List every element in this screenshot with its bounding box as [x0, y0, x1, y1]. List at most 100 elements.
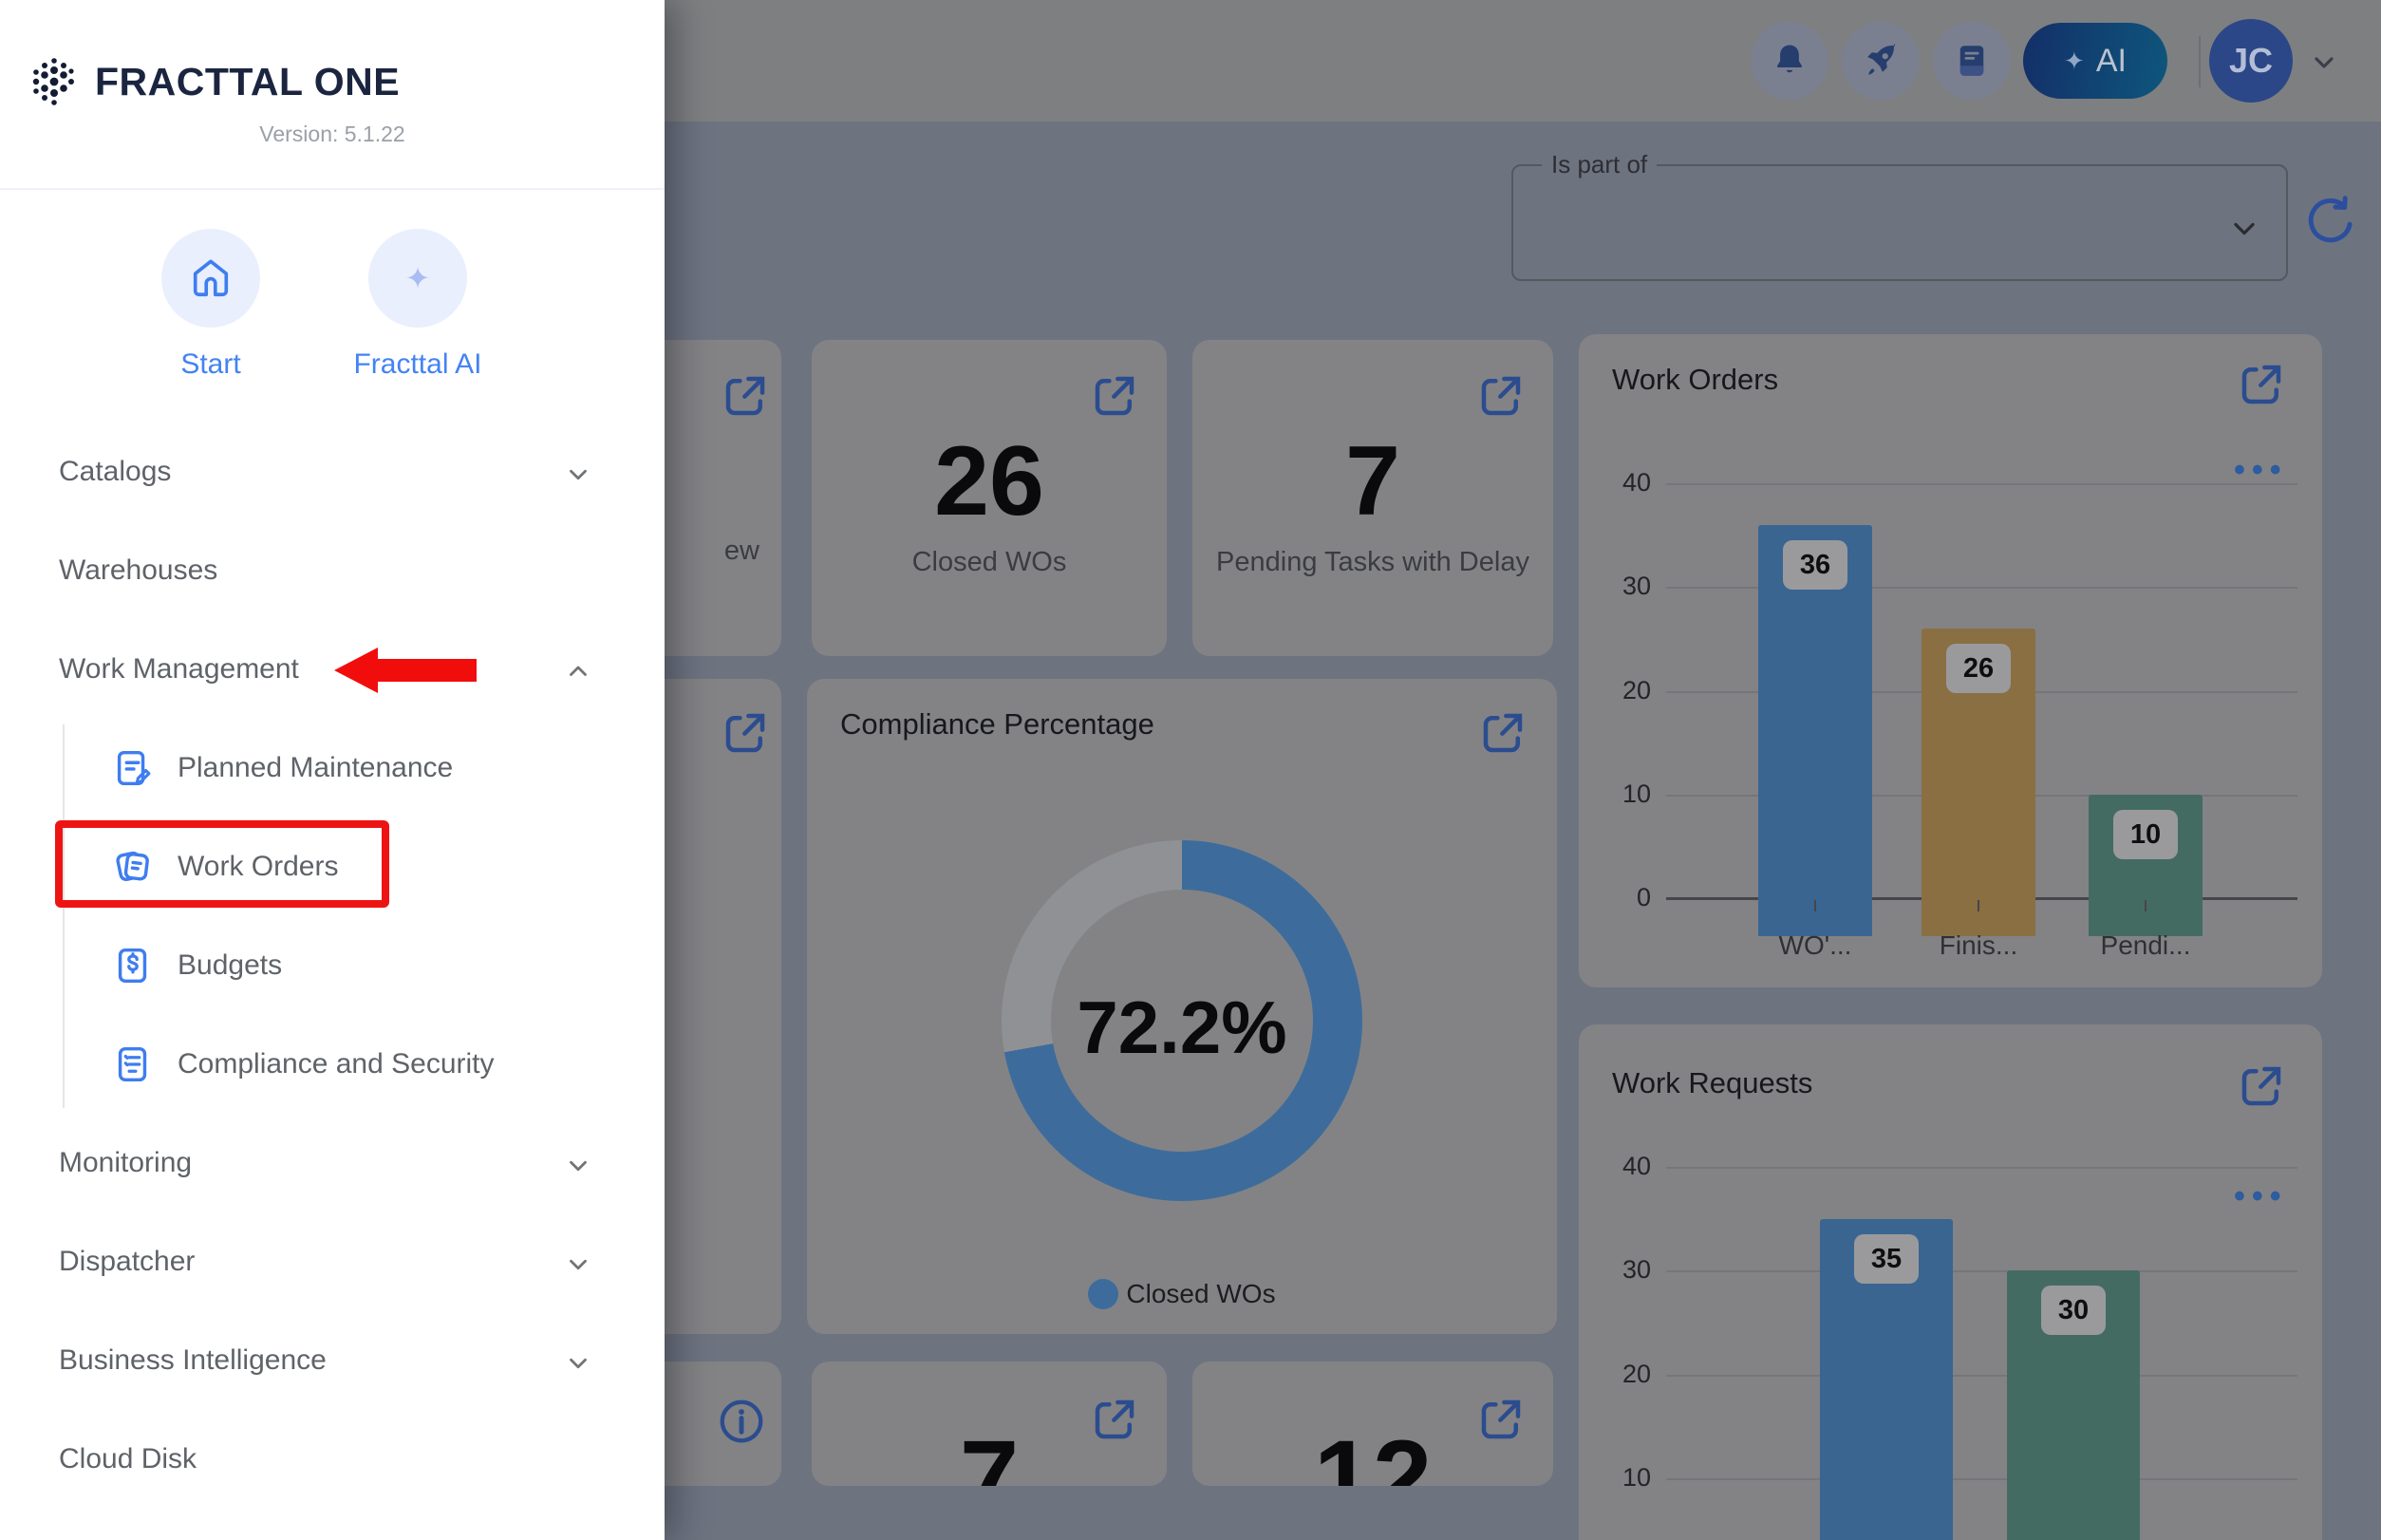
chevron-down-icon — [564, 1152, 592, 1180]
ai-button-label: AI — [2096, 43, 2127, 80]
shortcut-label: Start — [106, 348, 315, 381]
sidebar-item-dispatcher[interactable]: Dispatcher — [0, 1212, 665, 1311]
sidebar-item-label: Monitoring — [59, 1114, 192, 1212]
whats-new-button[interactable] — [1842, 22, 1920, 100]
kpi-card-bottom-b[interactable]: 12 — [1192, 1362, 1553, 1486]
sidebar-item-planned-maintenance[interactable]: Planned Maintenance — [0, 719, 665, 817]
gridline — [1666, 483, 2297, 485]
x-axis-tick — [1978, 900, 1979, 911]
sidebar-item-label: Business Intelligence — [59, 1311, 327, 1410]
gridline — [1666, 1478, 2297, 1480]
sidebar-item-label: Work Management — [59, 620, 299, 719]
y-axis-tick-label: 0 — [1592, 883, 1651, 912]
chart-legend: Closed WOs — [807, 1279, 1557, 1309]
sidebar-item-label: Planned Maintenance — [178, 719, 453, 817]
y-axis-tick-label: 20 — [1592, 1360, 1651, 1389]
bar-value-label: 30 — [2041, 1286, 2106, 1335]
y-axis-tick-label: 10 — [1592, 779, 1651, 809]
info-icon[interactable] — [716, 1396, 767, 1447]
open-external-icon[interactable] — [720, 370, 771, 422]
kpi-value: 12 — [1192, 1417, 1553, 1486]
sidebar-shortcut-start[interactable]: Start — [106, 229, 315, 381]
sidebar-item-warehouses[interactable]: Warehouses — [0, 521, 665, 620]
sidebar-item-budgets[interactable]: Budgets — [0, 916, 665, 1015]
compliance-percentage-card: Compliance Percentage 72.2% Closed WOs — [807, 679, 1557, 1334]
sidebar-item-business-intelligence[interactable]: Business Intelligence — [0, 1311, 665, 1410]
x-axis-category-label: Finis... — [1888, 930, 2069, 961]
y-axis-tick-label: 40 — [1592, 468, 1651, 498]
gridline — [1666, 1167, 2297, 1169]
sparkle-icon: ✦ — [405, 260, 431, 296]
sidebar-item-compliance-and-security[interactable]: Compliance and Security — [0, 1015, 665, 1114]
bar-chart-work-orders: 01020304036WO'...26Finis...10Pendi... — [1579, 334, 2322, 987]
sidebar-menu: CatalogsWarehousesWork ManagementPlanned… — [0, 423, 665, 1509]
app-name: FRACTTAL ONE — [95, 60, 400, 104]
topbar-divider — [2199, 36, 2201, 87]
budget-icon — [111, 944, 155, 987]
kpi-card-closed-wos[interactable]: 26 Closed WOs — [812, 340, 1167, 656]
rocket-icon — [1860, 40, 1902, 82]
sidebar-item-work-management[interactable]: Work Management — [0, 620, 665, 719]
y-axis-tick-label: 40 — [1592, 1152, 1651, 1181]
fracttal-ai-button[interactable]: ✦ AI — [2023, 23, 2167, 99]
sidebar-divider — [0, 188, 665, 190]
kpi-value: 7 — [1192, 425, 1553, 538]
sidebar-item-label: Cloud Disk — [59, 1410, 197, 1509]
work-requests-chart-card: Work Requests ••• 102030403530 — [1579, 1024, 2322, 1540]
checklist-icon — [111, 1042, 155, 1086]
sidebar-item-catalogs[interactable]: Catalogs — [0, 423, 665, 521]
y-axis-tick-label: 30 — [1592, 572, 1651, 601]
sidebar-item-label: Warehouses — [59, 521, 217, 620]
chevron-down-icon — [564, 1250, 592, 1279]
chart-title: Compliance Percentage — [840, 707, 1154, 742]
refresh-icon[interactable] — [2301, 192, 2360, 251]
kpi-label: Closed WOs — [812, 547, 1167, 578]
bell-icon — [1769, 40, 1810, 82]
x-axis-tick — [1814, 900, 1816, 911]
partial-card-text: ew — [655, 535, 759, 567]
kpi-label: Pending Tasks with Delay — [1192, 547, 1553, 578]
is-part-of-select[interactable]: Is part of — [1511, 150, 2288, 281]
x-axis-category-label: WO'... — [1725, 930, 1905, 961]
x-axis-category-label: Pendi... — [2055, 930, 2236, 961]
open-external-icon[interactable] — [1475, 370, 1527, 422]
bar-value-label: 36 — [1783, 540, 1847, 590]
sidebar-submenu-work-management: Planned MaintenanceWork OrdersBudgetsCom… — [0, 719, 665, 1114]
chevron-down-icon[interactable] — [2309, 47, 2339, 78]
notifications-button[interactable] — [1751, 22, 1828, 100]
sidebar-shortcut-fracttal-ai[interactable]: ✦ Fracttal AI — [313, 229, 522, 381]
app-version: Version: 5.1.22 — [0, 122, 665, 147]
home-icon — [189, 256, 233, 300]
fracttal-logo-icon — [28, 55, 78, 108]
sidebar-item-cloud-disk[interactable]: Cloud Disk — [0, 1410, 665, 1509]
y-axis-tick-label: 10 — [1592, 1463, 1651, 1493]
y-axis-tick-label: 30 — [1592, 1255, 1651, 1285]
open-external-icon[interactable] — [720, 707, 771, 759]
guide-button[interactable] — [1933, 22, 2011, 100]
sidebar-item-label: Dispatcher — [59, 1212, 195, 1311]
work-orders-chart-card: Work Orders ••• 01020304036WO'...26Finis… — [1579, 334, 2322, 987]
kpi-card-bottom-a[interactable]: 7 — [812, 1362, 1167, 1486]
user-avatar[interactable]: JC — [2209, 19, 2293, 103]
chevron-down-icon[interactable] — [2227, 212, 2261, 246]
kpi-card-pending-delay[interactable]: 7 Pending Tasks with Delay — [1192, 340, 1553, 656]
clipboard-pencil-icon — [111, 746, 155, 790]
bar-value-label: 10 — [2113, 810, 2178, 859]
sidebar-item-label: Budgets — [178, 916, 282, 1015]
sidebar-item-monitoring[interactable]: Monitoring — [0, 1114, 665, 1212]
open-external-icon[interactable] — [1089, 370, 1140, 422]
guide-icon — [1952, 41, 1992, 81]
bar-value-label: 26 — [1946, 644, 2011, 693]
gridline — [1666, 1270, 2297, 1272]
shortcut-label: Fracttal AI — [313, 348, 522, 381]
annotation-arrow — [376, 659, 477, 682]
bar-value-label: 35 — [1854, 1234, 1919, 1284]
legend-label: Closed WOs — [1126, 1279, 1275, 1309]
annotation-arrow-head — [334, 648, 378, 693]
app-logo: FRACTTAL ONE — [28, 55, 400, 108]
kpi-value: 26 — [812, 425, 1167, 538]
x-axis-tick — [2145, 900, 2147, 911]
open-external-icon[interactable] — [1477, 707, 1528, 759]
chevron-down-icon — [564, 460, 592, 489]
fracttal-dashboard-screen: ✦ AI JC Is part of ew — [0, 0, 2381, 1540]
